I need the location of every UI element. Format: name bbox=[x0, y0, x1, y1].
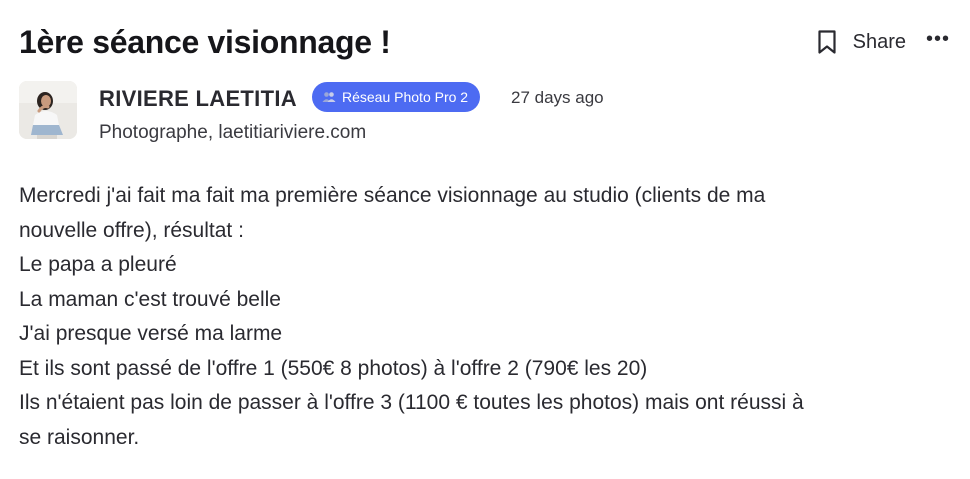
post-body-line: La maman c'est trouvé belle bbox=[19, 287, 281, 311]
group-badge[interactable]: Réseau Photo Pro 2 bbox=[312, 82, 481, 112]
ellipsis-icon[interactable]: ••• bbox=[926, 29, 950, 55]
avatar[interactable] bbox=[19, 81, 77, 139]
group-icon bbox=[322, 91, 336, 103]
post-body: Mercredi j'ai fait ma fait ma première s… bbox=[19, 179, 949, 455]
group-badge-label: Réseau Photo Pro 2 bbox=[342, 89, 469, 105]
post-title: 1ère séance visionnage ! bbox=[19, 24, 391, 60]
author-header: RIVIERE LAETITIA Réseau Photo Pro 2 27 d… bbox=[19, 81, 970, 143]
author-subtitle: Photographe, laetitiariviere.com bbox=[99, 122, 367, 143]
post-body-line: Et ils sont passé de l'offre 1 (550€ 8 p… bbox=[19, 356, 648, 380]
post-timestamp: 27 days ago bbox=[511, 88, 604, 107]
share-button[interactable]: Share bbox=[853, 31, 906, 54]
post-body-line: se raisonner. bbox=[19, 425, 140, 449]
post-body-line: J'ai presque versé ma larme bbox=[19, 322, 283, 345]
author-name[interactable]: RIVIERE LAETITIA bbox=[99, 86, 297, 112]
post-body-line: nouvelle offre), résultat : bbox=[19, 218, 244, 242]
bookmark-icon[interactable] bbox=[815, 27, 839, 57]
post-body-line: Ils n'étaient pas loin de passer à l'off… bbox=[19, 391, 804, 414]
post-body-line: Le papa a pleuré bbox=[19, 253, 177, 276]
post-actions: Share ••• bbox=[815, 27, 950, 57]
post-body-line: Mercredi j'ai fait ma fait ma première s… bbox=[19, 184, 766, 207]
post-card: 1ère séance visionnage ! Share ••• RIVIE… bbox=[0, 0, 970, 479]
